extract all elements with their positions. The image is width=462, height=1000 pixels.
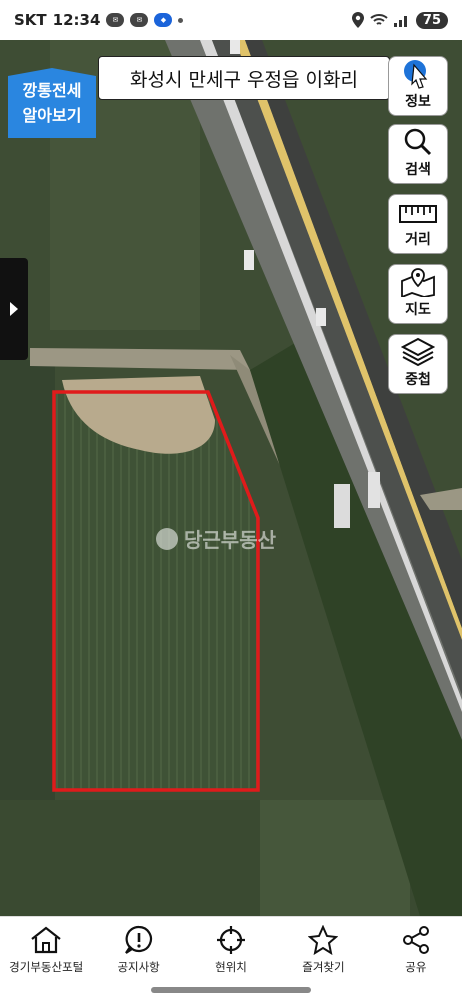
- tool-map-button[interactable]: 지도: [388, 264, 448, 324]
- ruler-icon: [399, 205, 437, 223]
- more-notifications-icon: [178, 17, 184, 23]
- tool-label: 거리: [405, 232, 431, 248]
- watermark-text: 당근부동산: [184, 528, 276, 552]
- info-pin-icon: [404, 60, 428, 89]
- signal-icon: [393, 16, 407, 27]
- notice-icon: [124, 925, 152, 954]
- status-right: 75: [351, 11, 448, 29]
- watermark-logo-icon: [156, 527, 178, 550]
- tool-info-button[interactable]: 정보: [388, 56, 448, 116]
- jeonse-check-badge[interactable]: 깡통전세 알아보기: [8, 68, 96, 138]
- location-icon: [351, 12, 364, 28]
- tool-label: 지도: [405, 302, 431, 318]
- address-text: 화성시 만세구 우정읍 이화리: [130, 68, 358, 91]
- carrier-label: SKT: [14, 11, 47, 29]
- address-box[interactable]: 화성시 만세구 우정읍 이화리: [98, 56, 390, 100]
- chevron-right-icon: [10, 302, 18, 316]
- app-notification-icon: ◆: [154, 13, 173, 27]
- wifi-icon: [370, 14, 388, 25]
- chat-notification-icon: ✉: [130, 13, 149, 27]
- nav-label: 즐겨찾기: [302, 960, 345, 974]
- nav-label: 경기부동산포털: [9, 960, 84, 974]
- clock: 12:34: [52, 11, 101, 29]
- tool-search-button[interactable]: 검색: [388, 124, 448, 184]
- nav-share[interactable]: 공유: [370, 917, 462, 1000]
- talk-notification-icon: ✉: [106, 13, 125, 27]
- map-pin-icon: [401, 268, 435, 297]
- home-indicator[interactable]: [151, 987, 311, 993]
- crosshair-icon: [217, 926, 246, 954]
- battery-indicator: 75: [415, 11, 448, 29]
- nav-label: 공지사항: [117, 960, 160, 974]
- home-icon: [31, 926, 61, 954]
- magnifier-icon: [404, 128, 432, 156]
- tool-label: 중첩: [405, 372, 431, 388]
- badge-label: 깡통전세 알아보기: [22, 81, 82, 125]
- watermark: 당근부동산: [156, 524, 276, 553]
- nav-label: 공유: [405, 960, 427, 974]
- status-left: SKT 12:34 ✉ ✉ ◆: [14, 11, 184, 29]
- layers-icon: [401, 337, 435, 367]
- tool-distance-button[interactable]: 거리: [388, 194, 448, 254]
- nav-label: 현위치: [215, 960, 247, 974]
- nav-portal[interactable]: 경기부동산포털: [0, 917, 92, 1000]
- status-bar: SKT 12:34 ✉ ✉ ◆ 75: [0, 0, 462, 40]
- tool-label: 정보: [405, 94, 431, 110]
- tool-label: 검색: [405, 162, 431, 178]
- star-icon: [308, 925, 339, 955]
- share-icon: [402, 926, 429, 954]
- side-drawer-toggle[interactable]: [0, 258, 28, 360]
- tool-overlay-button[interactable]: 중첩: [388, 334, 448, 394]
